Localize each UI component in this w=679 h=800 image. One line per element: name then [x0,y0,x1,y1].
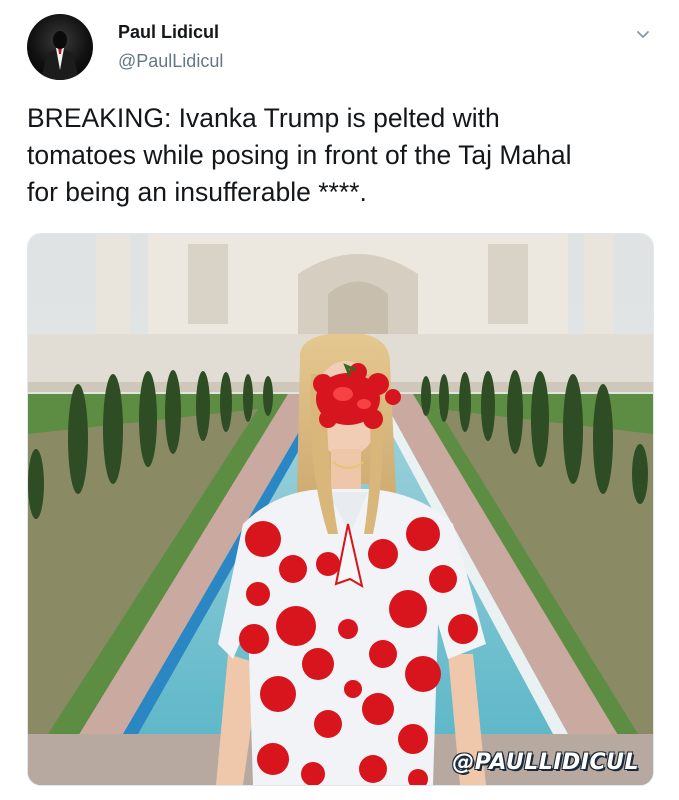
tuxedo-silhouette-icon [41,31,79,80]
author-display-name[interactable]: Paul Lidicul [118,22,219,43]
tweet-photo[interactable]: @PAULLIDICUL [27,233,654,786]
author-avatar[interactable] [27,14,93,80]
photo-watermark: @PAULLIDICUL [452,750,639,775]
author-handle[interactable]: @PaulLidicul [118,51,223,72]
photo-scene [28,234,653,785]
chevron-down-icon[interactable] [634,26,652,44]
tweet-text: BREAKING: Ivanka Trump is pelted with to… [27,103,572,207]
